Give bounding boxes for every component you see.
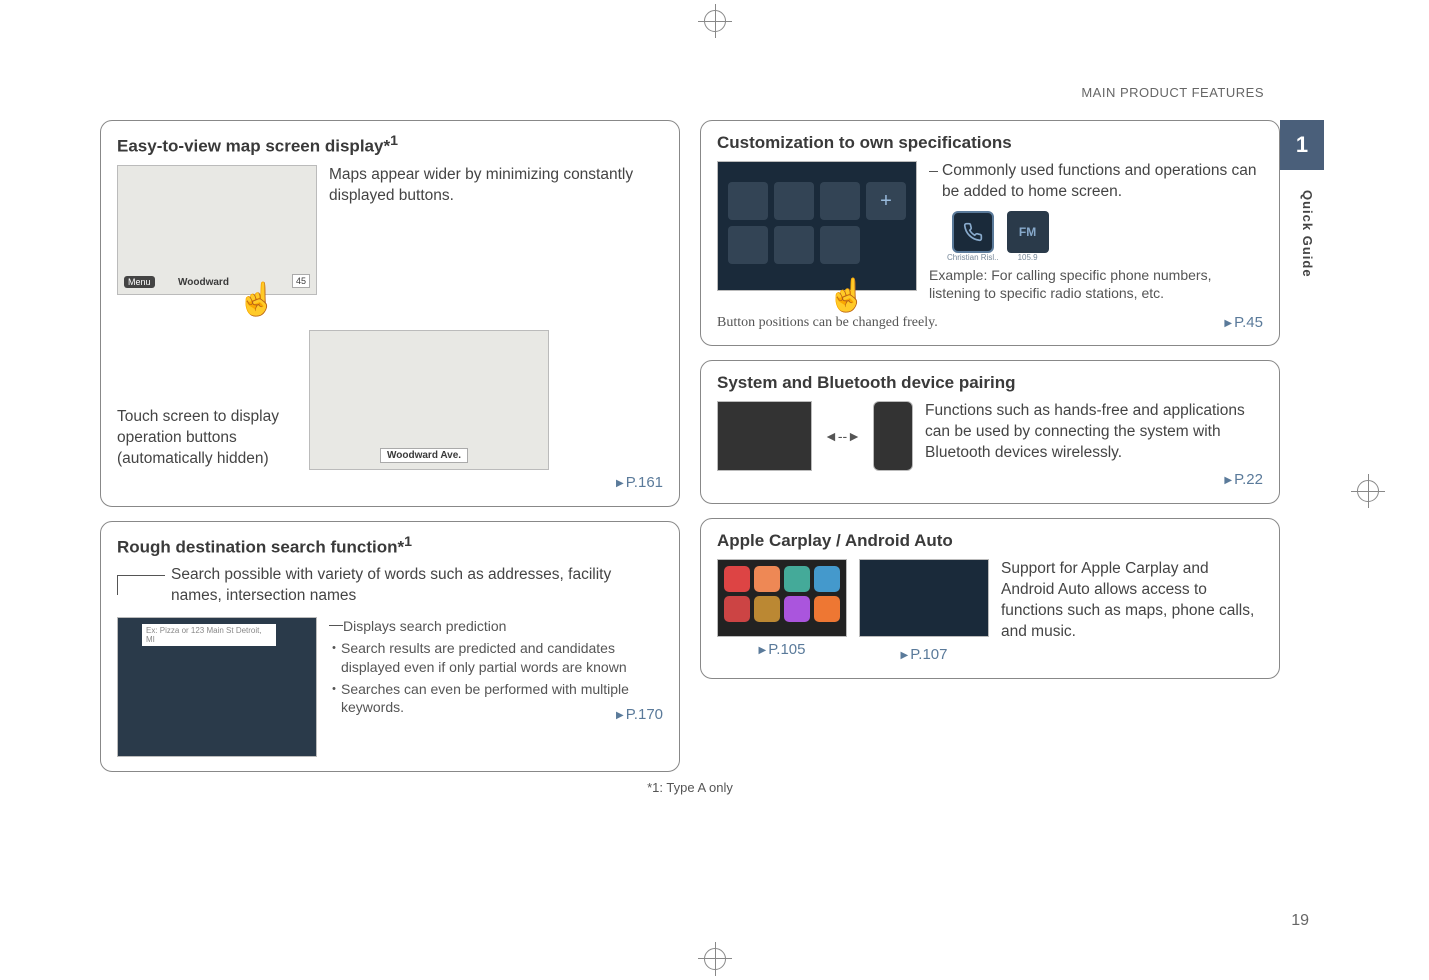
card-title: System and Bluetooth device pairing bbox=[717, 373, 1263, 393]
chapter-tab: 1 bbox=[1280, 120, 1324, 170]
page-ref-link[interactable]: P.161 bbox=[616, 474, 663, 491]
customization-example: Example: For calling specific phone numb… bbox=[929, 266, 1263, 302]
title-text: Easy-to-view map screen display* bbox=[117, 137, 390, 156]
touch-hand-icon: ☝ bbox=[827, 279, 867, 311]
registration-cross bbox=[715, 942, 716, 976]
fm-shortcut-tile: FM bbox=[1007, 211, 1049, 253]
registration-cross bbox=[715, 4, 716, 38]
page-ref-link[interactable]: P.22 bbox=[1224, 471, 1263, 488]
search-field: Ex: Pizza or 123 Main St Detroit, MI bbox=[142, 624, 276, 646]
map-desc-1: Maps appear wider by minimizing constant… bbox=[329, 165, 663, 207]
callout-line bbox=[329, 625, 343, 633]
contact-shortcut-tile bbox=[952, 211, 994, 253]
card-title: Apple Carplay / Android Auto bbox=[717, 531, 1263, 551]
card-title: Easy-to-view map screen display*1 bbox=[117, 133, 663, 157]
carplay-app-icon bbox=[754, 596, 780, 622]
carplay-app-icon bbox=[814, 566, 840, 592]
map-screenshot-1: Menu Woodward 45 bbox=[117, 165, 317, 295]
left-column: Easy-to-view map screen display*1 Menu W… bbox=[100, 120, 680, 772]
card-customization: Customization to own specifications + bbox=[700, 120, 1280, 346]
registration-cross bbox=[1368, 474, 1369, 508]
carplay-app-icon bbox=[814, 596, 840, 622]
search-desc-1: Search possible with variety of words su… bbox=[171, 565, 663, 607]
map-street-label-2: Woodward Ave. bbox=[380, 448, 468, 463]
bluetooth-desc: Functions such as hands-free and applica… bbox=[925, 401, 1263, 464]
app-tile bbox=[774, 226, 814, 264]
customization-desc: Commonly used functions and operations c… bbox=[942, 161, 1263, 203]
card-map-display: Easy-to-view map screen display*1 Menu W… bbox=[100, 120, 680, 507]
bidirectional-arrow-icon: ◄--► bbox=[824, 428, 861, 444]
map-desc-2: Touch screen to display operation button… bbox=[117, 407, 297, 470]
fm-label: FM bbox=[1019, 225, 1036, 239]
card-destination-search: Rough destination search function*1 Sear… bbox=[100, 521, 680, 773]
footnote: *1: Type A only bbox=[100, 780, 1280, 795]
carplay-app-icon bbox=[724, 596, 750, 622]
keyboard-screenshot: Ex: Pizza or 123 Main St Detroit, MI bbox=[117, 617, 317, 757]
speed-indicator: 45 bbox=[292, 274, 310, 288]
add-shortcut-tile: + bbox=[866, 182, 906, 220]
app-tile bbox=[820, 226, 860, 264]
carplay-app-icon bbox=[724, 566, 750, 592]
carplay-desc: Support for Apple Carplay and Android Au… bbox=[1001, 559, 1263, 643]
title-sup: 1 bbox=[390, 133, 398, 149]
map-street-label: Woodward bbox=[178, 277, 229, 288]
app-tile bbox=[728, 182, 768, 220]
carplay-app-icon bbox=[784, 596, 810, 622]
search-bullet-1: Search results are predicted and candida… bbox=[329, 639, 663, 675]
touch-hand-icon: ☝ bbox=[237, 283, 277, 315]
android-auto-screenshot bbox=[859, 559, 989, 637]
app-tile bbox=[774, 182, 814, 220]
map-screenshot-2: Woodward Ave. bbox=[309, 330, 549, 470]
carplay-app-icon bbox=[784, 566, 810, 592]
home-screen-screenshot: + bbox=[717, 161, 917, 291]
callout-line bbox=[929, 171, 938, 179]
card-carplay-android: Apple Carplay / Android Auto bbox=[700, 518, 1280, 679]
app-tile bbox=[728, 226, 768, 264]
card-title: Rough destination search function*1 bbox=[117, 534, 663, 558]
side-chapter-label: Quick Guide bbox=[1300, 190, 1315, 278]
page-number: 19 bbox=[1291, 912, 1309, 930]
tile-contact-label: Christian Risl.. bbox=[947, 253, 999, 262]
carplay-app-icon bbox=[754, 566, 780, 592]
search-bullet-2: Searches can even be performed with mult… bbox=[329, 680, 663, 716]
page-ref-link[interactable]: P.107 bbox=[901, 646, 948, 663]
right-column: Customization to own specifications + bbox=[700, 120, 1280, 772]
callout-line bbox=[117, 575, 165, 595]
car-system-image bbox=[717, 401, 812, 471]
fm-freq-label: 105.9 bbox=[1007, 253, 1049, 262]
title-sup: 1 bbox=[404, 534, 412, 550]
title-text: Rough destination search function* bbox=[117, 537, 404, 556]
carplay-screenshot bbox=[717, 559, 847, 637]
app-tile bbox=[820, 182, 860, 220]
search-subheading: Displays search prediction bbox=[343, 617, 506, 635]
page-ref-link[interactable]: P.105 bbox=[759, 641, 806, 658]
card-title: Customization to own specifications bbox=[717, 133, 1263, 153]
card-bluetooth-pairing: System and Bluetooth device pairing ◄--►… bbox=[700, 360, 1280, 504]
phone-image bbox=[873, 401, 913, 471]
map-menu-label: Menu bbox=[124, 276, 155, 288]
customization-note: Button positions can be changed freely. bbox=[717, 315, 938, 331]
page-ref-link[interactable]: P.45 bbox=[1224, 314, 1263, 331]
